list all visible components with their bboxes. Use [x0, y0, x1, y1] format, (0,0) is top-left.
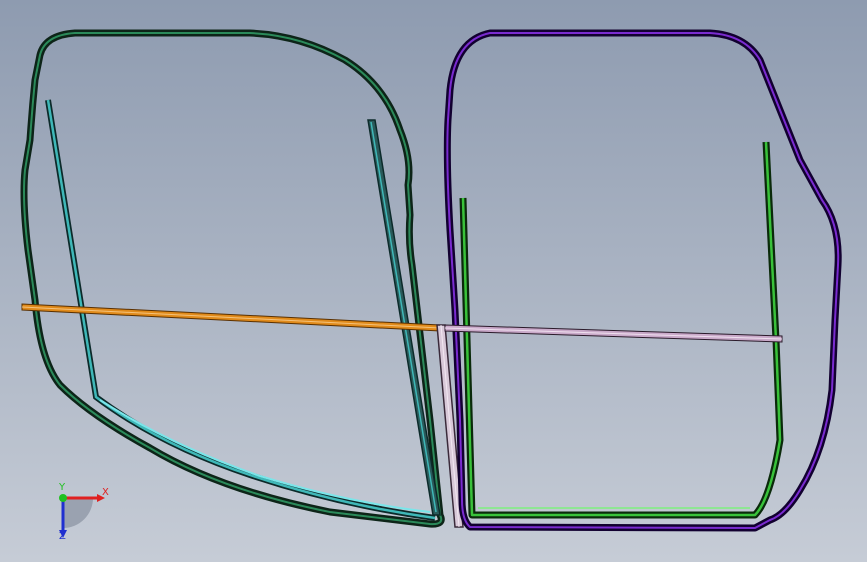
triad-plane-icon	[63, 498, 93, 528]
x-axis-label: X	[102, 487, 109, 498]
y-axis-dot-icon	[59, 494, 67, 502]
z-axis-label: Z	[59, 531, 66, 542]
y-axis-label: Y	[59, 482, 66, 493]
right-beltline-strip[interactable]	[444, 324, 783, 343]
door-assembly-scene[interactable]	[0, 0, 867, 562]
cad-3d-viewport[interactable]: X Y Z	[0, 0, 867, 562]
left-door-frame[interactable]	[20, 29, 445, 528]
